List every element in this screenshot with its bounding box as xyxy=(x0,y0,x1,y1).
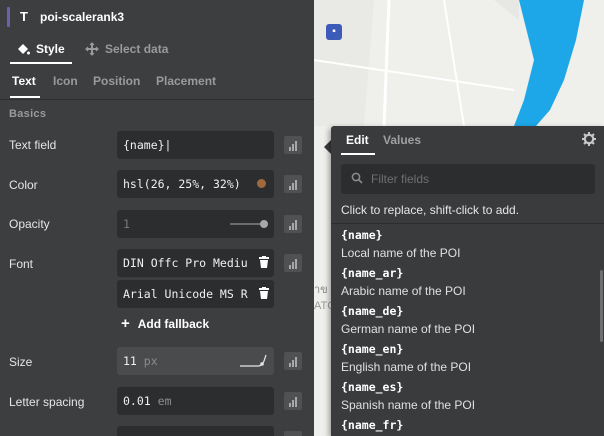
field-description: Spanish name of the POI xyxy=(341,398,476,412)
list-item[interactable]: {name_de} German name of the POI xyxy=(341,304,596,336)
style-panel: T poi-scalerank3 Style Select data Text … xyxy=(0,0,314,436)
data-driven-toggle-icon[interactable] xyxy=(284,254,302,272)
tab-style[interactable]: Style xyxy=(16,42,65,56)
next-property-input[interactable] xyxy=(117,426,274,436)
data-driven-toggle-icon[interactable] xyxy=(284,215,302,233)
plus-icon: + xyxy=(121,315,130,332)
text-field-label: Text field xyxy=(9,138,57,152)
opacity-label: Opacity xyxy=(9,217,50,231)
mode-tabs: Style Select data xyxy=(0,38,314,64)
search-icon xyxy=(351,172,363,184)
letter-spacing-label: Letter spacing xyxy=(9,395,85,409)
trash-icon[interactable] xyxy=(259,287,269,299)
letter-spacing-input[interactable]: 0.01 em xyxy=(117,387,274,415)
add-fallback-label: Add fallback xyxy=(137,316,210,331)
color-label: Color xyxy=(9,178,38,192)
field-key: {name_fr} xyxy=(341,418,404,432)
size-value: 11 xyxy=(123,354,137,368)
opacity-slider-handle[interactable] xyxy=(260,220,268,228)
tab-placement[interactable]: Placement xyxy=(156,74,216,88)
tab-values[interactable]: Values xyxy=(383,133,421,147)
field-description: Arabic name of the POI xyxy=(341,284,466,298)
data-driven-toggle-icon[interactable] xyxy=(284,392,302,410)
letter-spacing-value: 0.01 xyxy=(123,394,151,408)
font-label: Font xyxy=(9,257,34,271)
gear-icon[interactable] xyxy=(582,132,596,146)
add-fallback-button[interactable]: + Add fallback xyxy=(121,315,209,332)
field-key: {name_ar} xyxy=(341,266,404,280)
font-value-fallback: Arial Unicode MS R xyxy=(123,287,248,301)
filter-placeholder: Filter fields xyxy=(371,172,430,186)
list-item[interactable]: {name_es} Spanish name of the POI xyxy=(341,380,596,412)
tab-icon[interactable]: Icon xyxy=(53,74,78,88)
text-layer-icon: T xyxy=(20,9,28,24)
font-input-primary[interactable]: DIN Offc Pro Mediu xyxy=(117,249,274,277)
popup-hint: Click to replace, shift-click to add. xyxy=(341,203,520,217)
train-station-icon[interactable]: ▪ xyxy=(326,24,342,40)
field-list: {name} Local name of the POI {name_ar} A… xyxy=(331,224,604,436)
field-key: {name} xyxy=(341,228,383,242)
field-key: {name_es} xyxy=(341,380,404,394)
color-swatch[interactable] xyxy=(257,179,266,188)
opacity-input[interactable]: 1 xyxy=(117,210,274,238)
list-item[interactable]: {name_fr} xyxy=(341,418,596,436)
filter-fields-input[interactable]: Filter fields xyxy=(341,164,595,194)
zoom-curve-icon[interactable] xyxy=(238,353,270,369)
layer-name[interactable]: poi-scalerank3 xyxy=(40,10,124,24)
field-description: Local name of the POI xyxy=(341,246,461,260)
tab-select-data-label: Select data xyxy=(105,42,169,56)
list-item[interactable]: {name} Local name of the POI xyxy=(341,228,596,260)
field-key: {name_en} xyxy=(341,342,404,356)
font-value-primary: DIN Offc Pro Mediu xyxy=(123,256,248,270)
letter-spacing-unit: em xyxy=(157,394,172,408)
active-subtab-indicator xyxy=(10,96,40,98)
layer-header: T poi-scalerank3 xyxy=(0,0,314,34)
opacity-value: 1 xyxy=(123,217,130,231)
size-label: Size xyxy=(9,355,33,369)
size-input[interactable]: 11 px xyxy=(117,347,274,375)
property-tabs: Text Icon Position Placement xyxy=(0,66,314,100)
size-unit: px xyxy=(143,354,158,368)
active-tab-indicator xyxy=(10,62,72,64)
tab-position[interactable]: Position xyxy=(93,74,140,88)
field-description: German name of the POI xyxy=(341,322,476,336)
layer-color-bar xyxy=(7,7,10,27)
scrollbar[interactable] xyxy=(600,270,603,342)
text-field-value: {name}| xyxy=(123,138,172,152)
active-popup-tab-indicator xyxy=(341,153,375,155)
text-field-input[interactable]: {name}| xyxy=(117,131,274,159)
color-input[interactable]: hsl(26, 25%, 32%) xyxy=(117,170,274,198)
data-driven-toggle-icon[interactable] xyxy=(284,352,302,370)
crosshair-icon xyxy=(85,42,99,56)
list-item[interactable]: {name_en} English name of the POI xyxy=(341,342,596,374)
field-key: {name_de} xyxy=(341,304,404,318)
field-description: English name of the POI xyxy=(341,360,472,374)
data-driven-toggle-icon[interactable] xyxy=(284,175,302,193)
tab-style-label: Style xyxy=(36,42,65,56)
font-input-fallback[interactable]: Arial Unicode MS R xyxy=(117,280,274,308)
trash-icon[interactable] xyxy=(259,256,269,268)
color-value: hsl(26, 25%, 32%) xyxy=(123,177,241,191)
data-driven-toggle-icon[interactable] xyxy=(284,431,302,436)
tab-text[interactable]: Text xyxy=(12,74,36,88)
list-item[interactable]: {name_ar} Arabic name of the POI xyxy=(341,266,596,298)
data-driven-toggle-icon[interactable] xyxy=(284,136,302,154)
section-title: Basics xyxy=(9,108,47,120)
popup-tabs: Edit Values xyxy=(331,126,604,156)
paint-bucket-icon xyxy=(18,43,30,54)
map-label: าข xyxy=(314,284,328,296)
tab-select-data[interactable]: Select data xyxy=(85,42,168,56)
field-picker-popup: Edit Values Filter fields Click to repla… xyxy=(331,126,604,436)
tab-edit[interactable]: Edit xyxy=(346,133,369,147)
